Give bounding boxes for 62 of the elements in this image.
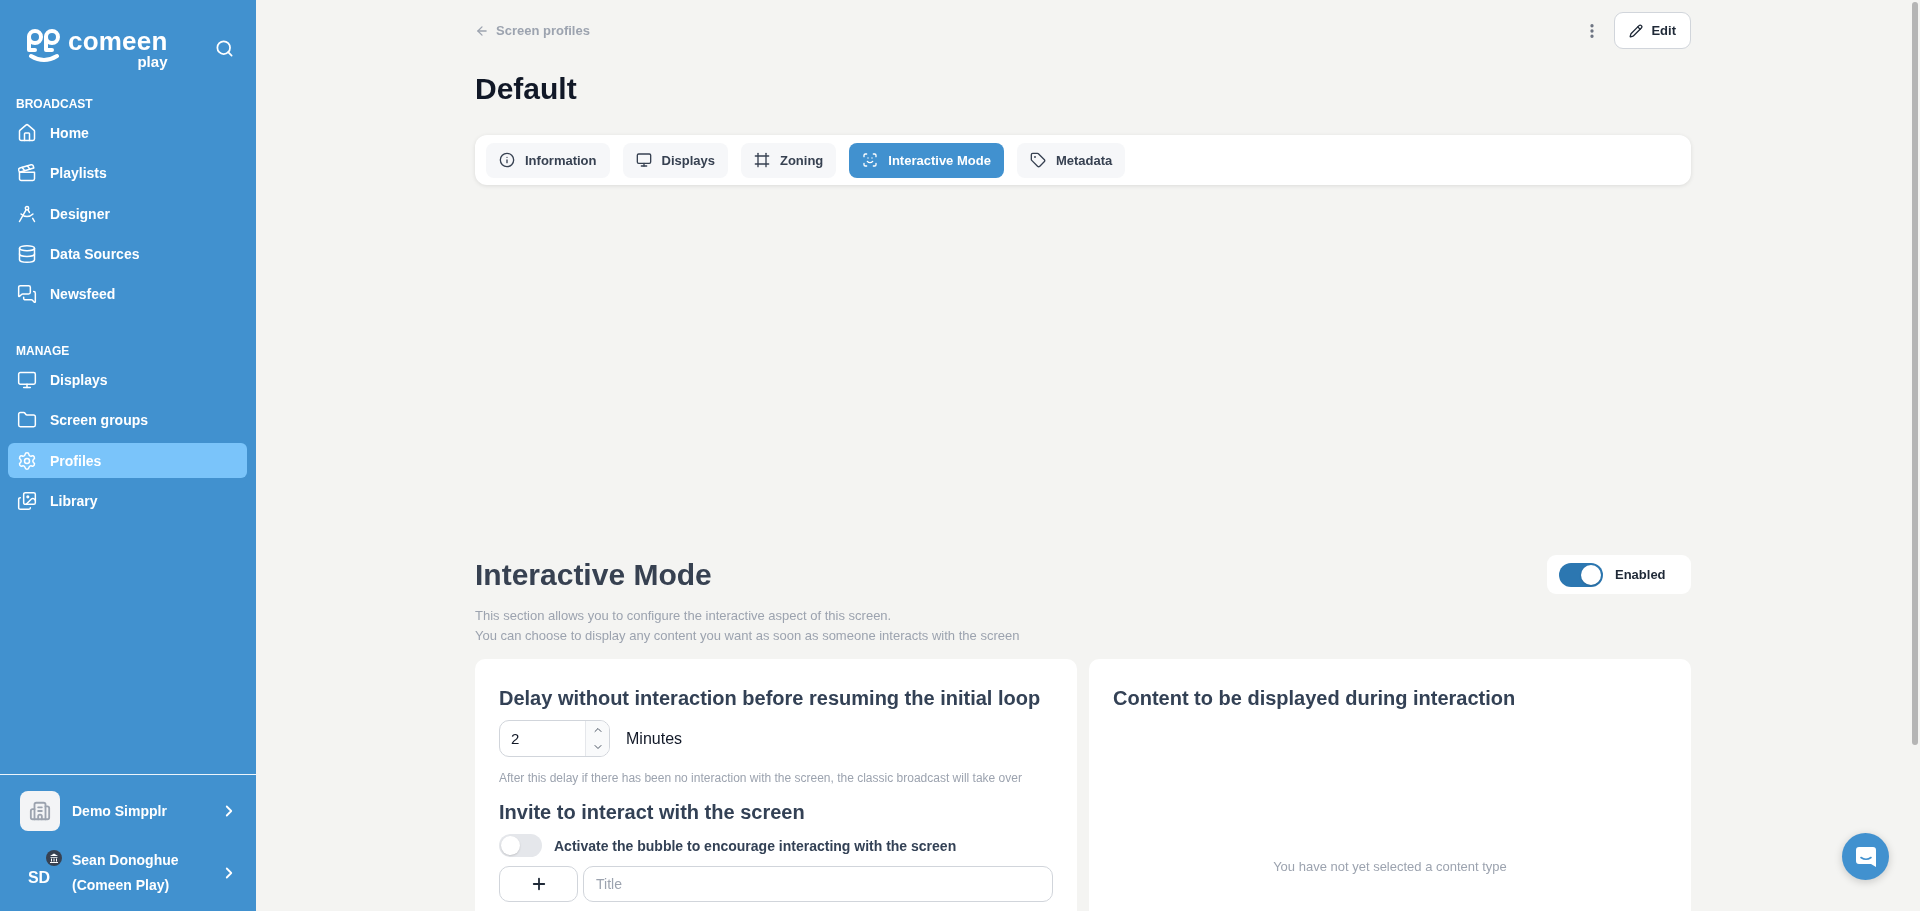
number-stepper[interactable]: 2 (499, 720, 610, 757)
monitor-icon (17, 370, 37, 390)
home-icon (17, 123, 37, 143)
clapperboard-icon (17, 163, 37, 184)
search-icon[interactable] (215, 38, 234, 58)
tab[interactable]: Information (486, 142, 610, 178)
nav-item[interactable]: Playlists (8, 155, 247, 191)
number-input[interactable]: 2 (500, 721, 585, 756)
section-title: Interactive Mode (475, 556, 712, 593)
database-icon (17, 243, 37, 264)
user-menu[interactable]: SD Sean Donoghue (Comeen Play) (0, 848, 256, 898)
nav-item[interactable]: Library (8, 483, 247, 519)
face-scan-icon (862, 152, 879, 168)
toggle-switch[interactable] (1559, 562, 1603, 587)
card-title: Content to be displayed during interaction (1113, 686, 1517, 711)
section-label: MANAGE (15, 343, 71, 359)
logo-mark-icon (25, 27, 63, 64)
nav-item[interactable]: Data Sources (8, 236, 247, 272)
user-initials: SD (27, 869, 51, 887)
chat-bubbles-icon (17, 284, 37, 304)
nav-item[interactable]: Newsfeed (8, 276, 247, 312)
empty-state-text: You have not yet selected a content type (1272, 859, 1508, 875)
frame-icon (754, 152, 770, 168)
card-title: Delay without interaction before resuming the initial loop (499, 686, 1042, 711)
chat-icon (1854, 845, 1877, 868)
page-title: Default (475, 71, 578, 107)
logo-subtitle: play (137, 53, 168, 69)
edit-button[interactable]: Edit (1614, 12, 1691, 49)
images-icon (17, 490, 37, 511)
logo-wordmark: comeen (68, 27, 168, 54)
toggle-label: Enabled (1615, 567, 1666, 582)
card-subtitle: Invite to interact with the screen (499, 800, 806, 825)
info-icon (499, 152, 515, 168)
building-badge-icon (46, 850, 62, 866)
tab[interactable]: Metadata (1016, 142, 1126, 178)
pencil-icon (1629, 23, 1644, 38)
tab[interactable]: Zoning (741, 142, 837, 178)
title-field[interactable]: Title (583, 866, 1053, 902)
drafting-compass-icon (17, 203, 37, 224)
nav-item[interactable]: Displays (8, 362, 247, 398)
hint-text: After this delay if there has been no interaction with the screen, the classic broadcast will take over (499, 770, 1023, 786)
unit-label: Minutes (626, 729, 683, 748)
back-link[interactable]: Screen profiles (475, 23, 590, 38)
add-button[interactable] (499, 866, 578, 902)
scrollbar-thumb[interactable] (1912, 2, 1918, 745)
tab[interactable]: Interactive Mode (849, 142, 1004, 178)
tag-icon (1029, 152, 1046, 168)
organization-switcher[interactable]: Demo Simpplr (0, 791, 256, 831)
nav-item[interactable]: Screen groups (8, 402, 247, 438)
settings-icon (17, 450, 37, 471)
nav-item[interactable]: Home (8, 115, 247, 151)
chat-button[interactable] (1842, 833, 1889, 880)
nav-item[interactable]: Designer (8, 196, 247, 231)
toggle-label: Activate the bubble to encourage interacting with the screen (554, 837, 957, 854)
tab[interactable]: Displays (622, 142, 728, 178)
section-label: BROADCAST (15, 96, 94, 112)
description-text: This section allows you to configure the interactive aspect of this screen. (475, 607, 893, 625)
monitor-icon (635, 152, 652, 168)
building-icon (20, 791, 60, 831)
toggle-switch[interactable] (499, 834, 542, 857)
nav-item[interactable]: Profiles (8, 443, 247, 478)
description-text: You can choose to display any content you want as soon as someone interacts with the screen (475, 627, 1021, 645)
